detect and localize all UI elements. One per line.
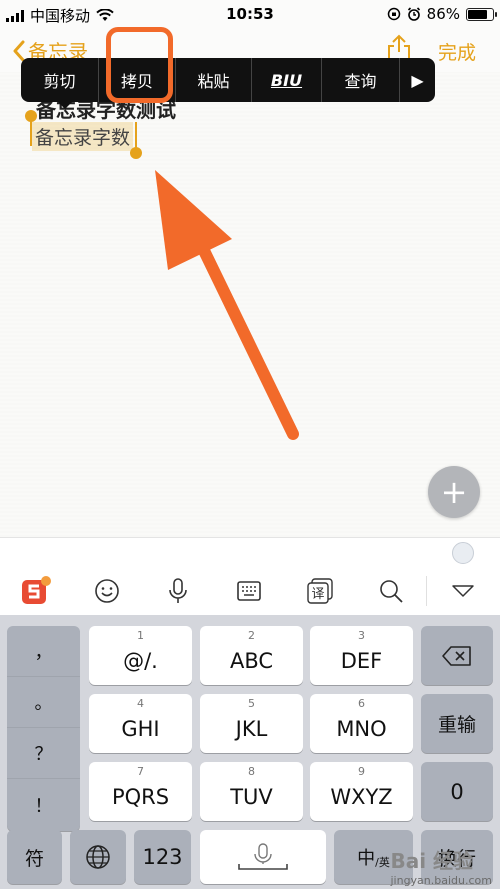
note-content[interactable]: 备忘录字数测试 备忘录字数 (0, 72, 500, 537)
key-period[interactable]: 。 (7, 677, 80, 728)
retype-key[interactable]: 重输 (421, 694, 493, 753)
lang-sub: /英 (375, 856, 390, 869)
number-switch-key[interactable]: 123 (134, 830, 191, 884)
sogou-logo-button[interactable] (0, 567, 71, 615)
key-number: 8 (248, 765, 255, 778)
selection-end-bar (135, 122, 137, 150)
key-label: ABC (229, 648, 274, 673)
note-selected-text[interactable]: 备忘录字数 (32, 122, 134, 151)
key-8[interactable]: 8 TUV (200, 762, 303, 821)
key-number: 3 (358, 629, 365, 642)
key-label: WXYZ (330, 784, 393, 809)
key-label: DEF (340, 648, 383, 673)
orientation-lock-icon (387, 7, 400, 21)
selection-end-handle[interactable] (130, 147, 142, 159)
keyboard-switch-button[interactable] (213, 567, 284, 615)
key-label: TUV (230, 784, 273, 809)
key-number: 1 (137, 629, 144, 642)
voice-button[interactable] (142, 567, 213, 615)
key-label: MNO (336, 716, 387, 741)
key-label: GHI (121, 716, 160, 741)
key-9[interactable]: 9 WXYZ (310, 762, 413, 821)
key-comma[interactable]: ， (7, 626, 80, 677)
key-number: 7 (137, 765, 144, 778)
collapse-keyboard-button[interactable] (426, 576, 498, 606)
globe-icon (86, 845, 110, 869)
ime-toolbar: 译 (0, 567, 500, 616)
translate-icon: 译 (306, 578, 333, 604)
ime-mascot-icon[interactable] (452, 542, 474, 564)
watermark-brand: Bai 经验 (390, 849, 474, 873)
backspace-icon (442, 645, 471, 666)
add-button[interactable]: + (428, 466, 480, 518)
edit-menu: 剪切 拷贝 粘贴 BIU 查询 ▶ (21, 58, 435, 109)
menu-cut[interactable]: 剪切 (21, 58, 99, 102)
emoji-icon (94, 579, 119, 603)
key-number: 6 (358, 697, 365, 710)
sogou-logo-icon (21, 576, 51, 604)
key-3[interactable]: 3 DEF (310, 626, 413, 685)
menu-paste[interactable]: 粘贴 (176, 58, 252, 102)
menu-format[interactable]: BIU (252, 58, 322, 102)
key-7[interactable]: 7 PQRS (89, 762, 192, 821)
annotation-highlight-box (106, 27, 173, 103)
key-number: 9 (358, 765, 365, 778)
lang-main: 中 (357, 848, 376, 869)
key-number: 2 (248, 629, 255, 642)
battery-icon (466, 7, 497, 21)
key-0[interactable]: 0 (421, 762, 493, 821)
key-question[interactable]: ？ (7, 728, 80, 779)
menu-more[interactable]: ▶ (400, 58, 435, 102)
emoji-button[interactable] (71, 567, 142, 615)
punctuation-column[interactable]: ， 。 ？ ！ (7, 626, 80, 831)
done-button[interactable]: 完成 (438, 38, 476, 65)
key-label: PQRS (111, 784, 170, 809)
backspace-key[interactable] (421, 626, 493, 685)
battery-fill (468, 9, 487, 19)
keyboard: ， 。 ？ ！ 1 @/. 2 ABC 3 DEF 4 GHI 5 JKL 6 … (0, 615, 500, 889)
key-label: JKL (235, 716, 268, 741)
status-right: 86% (387, 5, 497, 23)
ime-candidate-bar (0, 537, 500, 568)
key-number: 4 (137, 697, 144, 710)
key-1[interactable]: 1 @/. (89, 626, 192, 685)
search-icon (379, 580, 403, 603)
microphone-icon (168, 578, 187, 603)
microphone-icon (238, 843, 288, 870)
battery-percent: 86% (426, 5, 460, 23)
alarm-icon (407, 7, 420, 21)
status-bar: 中国移动 10:53 86% (0, 0, 500, 28)
key-number: 5 (248, 697, 255, 710)
search-button[interactable] (355, 567, 426, 615)
collapse-icon (451, 585, 474, 597)
symbol-key[interactable]: 符 (7, 830, 62, 884)
globe-key[interactable] (70, 830, 126, 884)
selection-start-handle[interactable] (25, 110, 37, 122)
baidu-watermark: Bai 经验 jingyan.baidu.com (390, 845, 492, 887)
watermark-url: jingyan.baidu.com (390, 874, 492, 887)
key-5[interactable]: 5 JKL (200, 694, 303, 753)
space-key[interactable] (200, 830, 326, 884)
key-2[interactable]: 2 ABC (200, 626, 303, 685)
menu-lookup[interactable]: 查询 (322, 58, 400, 102)
keyboard-icon (236, 581, 261, 601)
translate-glyph: 译 (311, 587, 324, 602)
key-label: @/. (123, 648, 158, 673)
key-4[interactable]: 4 GHI (89, 694, 192, 753)
key-exclamation[interactable]: ！ (7, 779, 80, 830)
key-6[interactable]: 6 MNO (310, 694, 413, 753)
translate-button[interactable]: 译 (284, 567, 355, 615)
